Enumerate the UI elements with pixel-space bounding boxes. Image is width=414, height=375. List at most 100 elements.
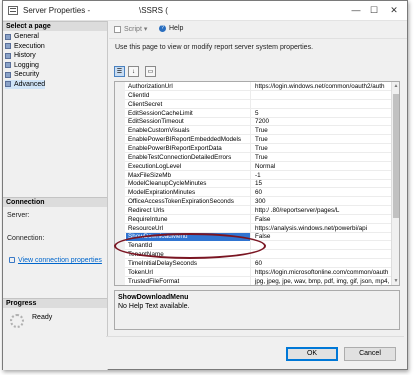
table-row[interactable]: EditSessionTimeout 7200: [115, 117, 392, 127]
page-item-execution[interactable]: Execution: [5, 42, 45, 52]
property-value[interactable]: http:/ .80/reportserver/pages/L: [253, 206, 392, 215]
grid-scrollbar[interactable]: ▲ ▼: [391, 82, 399, 285]
page-description: Use this page to view or modify report s…: [115, 44, 314, 51]
script-button[interactable]: Script ▾: [114, 25, 147, 33]
property-value[interactable]: 7200: [253, 117, 392, 126]
view-connection-properties-link[interactable]: View connection properties: [9, 257, 102, 264]
property-name: Redirect Urls: [126, 205, 251, 215]
property-value[interactable]: https://login.windows.net/common/oauth2/…: [253, 82, 392, 91]
page-icon: [5, 62, 11, 69]
table-row[interactable]: ModelExpirationMinutes 60: [115, 188, 392, 198]
table-row[interactable]: TokenUrl https://login.microsoftonline.co…: [115, 267, 392, 277]
property-name: ExecutionLogLevel: [126, 161, 251, 171]
table-row[interactable]: TenantName: [115, 250, 392, 260]
table-row[interactable]: EnableCustomVisuals True: [115, 126, 392, 136]
property-value[interactable]: Normal: [253, 162, 392, 171]
row-gutter: [115, 82, 125, 91]
property-value[interactable]: https://login.microsoftonline.com/common…: [253, 268, 392, 277]
table-row[interactable]: EditSessionCacheLimit 5: [115, 108, 392, 118]
property-grid[interactable]: TrustedFileFormat jpg, jpeg, jpe, wav, bm…: [114, 81, 400, 286]
table-row[interactable]: TimeInitialDelaySeconds 60: [115, 259, 392, 268]
property-value[interactable]: True: [253, 144, 392, 153]
property-name: EditSessionCacheLimit: [126, 108, 251, 118]
alphabetical-sort-button[interactable]: ↓: [128, 66, 139, 77]
table-row[interactable]: RequireIntune False: [115, 214, 392, 224]
table-row[interactable]: OfficeAccessTokenExpirationSeconds 300: [115, 197, 392, 207]
property-name: MaxFileSizeMb: [126, 170, 251, 180]
property-value[interactable]: [253, 241, 392, 250]
table-row[interactable]: Redirect Urls http:/ .80/reportserver/pag…: [115, 205, 392, 215]
property-value[interactable]: True: [253, 153, 392, 162]
ok-button[interactable]: OK: [286, 347, 338, 361]
scroll-up-icon[interactable]: ▲: [392, 82, 399, 90]
property-value[interactable]: jpg, jpeg, jpe, wav, bmp, pdf, img, gif,…: [253, 277, 392, 285]
maximize-icon[interactable]: ☐: [365, 3, 383, 17]
page-item-logging[interactable]: Logging: [5, 61, 45, 71]
table-row[interactable]: ModelCleanupCycleMinutes 15: [115, 179, 392, 189]
property-value[interactable]: 15: [253, 179, 392, 188]
row-gutter: [115, 188, 125, 198]
help-icon: ?: [159, 25, 166, 32]
page-item-security[interactable]: Security: [5, 70, 45, 80]
chevron-down-icon[interactable]: ▾: [144, 25, 148, 33]
row-gutter: [115, 232, 125, 242]
property-name: TrustedFileFormat: [126, 276, 251, 285]
row-gutter: [115, 241, 125, 251]
property-sort-bar: ☰ ↓ ▭: [114, 66, 156, 78]
property-value[interactable]: [253, 91, 392, 100]
property-value[interactable]: 60: [253, 259, 392, 268]
table-row[interactable]: TenantId: [115, 241, 392, 251]
property-value[interactable]: https://analysis.windows.net/powerbi/api: [253, 224, 392, 233]
page-item-advanced[interactable]: Advanced: [5, 79, 46, 89]
description-panel: ShowDownloadMenu No Help Text available.: [114, 290, 400, 330]
property-value[interactable]: [253, 250, 392, 259]
table-row[interactable]: MaxFileSizeMb -1: [115, 170, 392, 180]
property-name: OfficeAccessTokenExpirationSeconds: [126, 197, 251, 207]
property-value[interactable]: True: [253, 135, 392, 144]
page-icon: [5, 33, 11, 40]
help-button[interactable]: ? Help: [159, 25, 183, 32]
property-value[interactable]: False: [253, 215, 392, 224]
table-row[interactable]: EnablePowerBIReportExportData True: [115, 143, 392, 153]
row-gutter: [115, 259, 125, 268]
minimize-icon[interactable]: —: [347, 3, 365, 17]
table-row[interactable]: ResourceUrl https://analysis.windows.net/…: [115, 223, 392, 233]
row-gutter: [115, 108, 125, 118]
page-item-general[interactable]: General: [5, 32, 45, 42]
property-value[interactable]: [253, 100, 392, 109]
row-gutter: [115, 161, 125, 171]
cancel-button[interactable]: Cancel: [344, 347, 396, 361]
property-value[interactable]: 60: [253, 188, 392, 197]
page-item-label: General: [14, 33, 39, 40]
description-title: ShowDownloadMenu: [118, 294, 189, 301]
table-row[interactable]: EnablePowerBIReportEmbeddedModels True: [115, 135, 392, 145]
property-value[interactable]: -1: [253, 171, 392, 180]
property-value[interactable]: 300: [253, 197, 392, 206]
window-server-name: \SSRS (: [139, 6, 168, 15]
property-name: AuthorizationUrl: [126, 82, 251, 91]
row-gutter: [115, 117, 125, 127]
table-row[interactable]: ShowDownloadMenu False: [115, 232, 392, 242]
connection-header: Connection: [3, 197, 107, 207]
progress-spinner-icon: [10, 314, 24, 328]
property-value[interactable]: True: [253, 126, 392, 135]
table-row[interactable]: ClientSecret: [115, 99, 392, 109]
categorized-sort-button[interactable]: ☰: [114, 66, 125, 77]
close-icon[interactable]: ✕: [385, 3, 403, 17]
property-value[interactable]: False: [253, 232, 392, 241]
row-gutter: [115, 170, 125, 180]
table-row[interactable]: AuthorizationUrl https://login.windows.ne…: [115, 82, 392, 91]
connection-label: Connection:: [7, 235, 45, 242]
row-gutter: [115, 179, 125, 189]
table-row[interactable]: EnableTestConnectionDetailedErrors True: [115, 152, 392, 162]
select-page-header: Select a page: [3, 21, 107, 31]
property-pages-button[interactable]: ▭: [145, 66, 156, 77]
property-name: ModelCleanupCycleMinutes: [126, 179, 251, 189]
table-row[interactable]: ExecutionLogLevel Normal: [115, 161, 392, 171]
table-row[interactable]: ClientId: [115, 90, 392, 100]
table-row[interactable]: TrustedFileFormat jpg, jpeg, jpe, wav, bm…: [115, 276, 392, 285]
page-item-history[interactable]: History: [5, 51, 45, 61]
scroll-thumb[interactable]: [393, 94, 399, 218]
property-value[interactable]: 5: [253, 109, 392, 118]
scroll-down-icon[interactable]: ▼: [392, 277, 399, 285]
